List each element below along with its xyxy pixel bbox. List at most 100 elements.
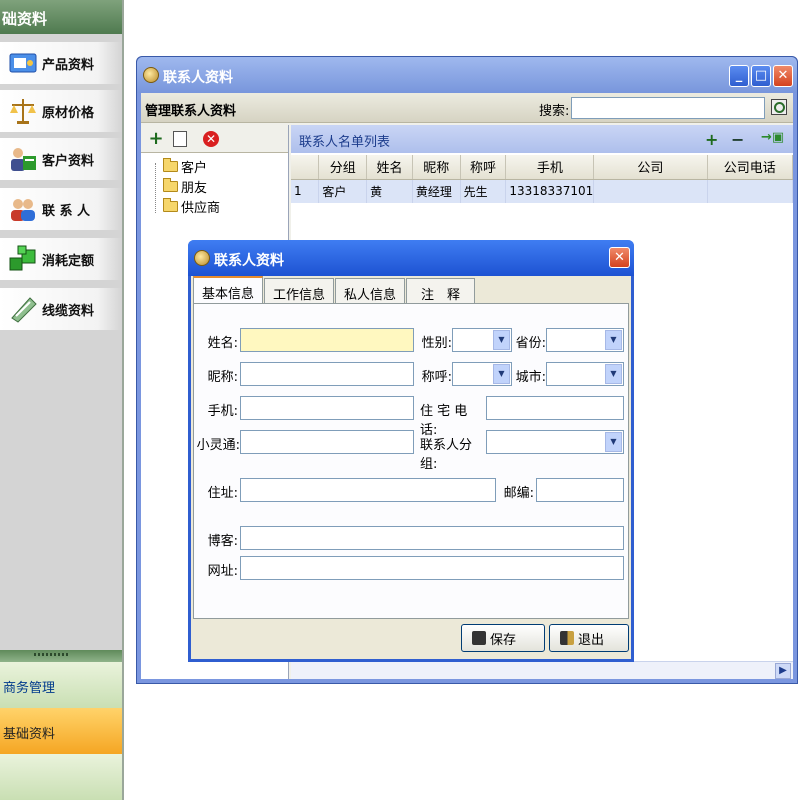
- cable-icon: [8, 294, 38, 324]
- maximize-button[interactable]: □: [751, 65, 771, 87]
- gender-select[interactable]: ▼: [452, 328, 512, 352]
- column-header[interactable]: 公司电话: [707, 155, 794, 180]
- export-excel-icon[interactable]: →▣: [761, 130, 784, 145]
- app-icon: [143, 67, 159, 83]
- title-label: 称呼:: [421, 370, 452, 385]
- postcode-field[interactable]: [536, 478, 624, 502]
- sidebar-item-label: 消耗定额: [42, 253, 95, 269]
- dialog-tabs: 基本信息 工作信息 私人信息 注 释: [193, 276, 476, 304]
- sidebar-title: 础资料: [0, 0, 122, 34]
- customers-icon: [8, 144, 38, 174]
- table-row[interactable]: 1 客户 黄 黄经理 先生 13318337101: [291, 179, 794, 203]
- name-field[interactable]: [240, 328, 414, 352]
- mobile-label: 手机:: [207, 404, 238, 419]
- list-title: 联系人名单列表: [299, 135, 391, 150]
- tree-node-friends[interactable]: 朋友: [163, 177, 207, 196]
- mobile-field[interactable]: [240, 396, 414, 420]
- window-title: 联系人资料: [163, 70, 233, 86]
- blog-label: 博客:: [207, 534, 238, 549]
- cell-company: [593, 179, 708, 203]
- home-phone-field[interactable]: [486, 396, 624, 420]
- sidebar-item-label: 联 系 人: [42, 203, 91, 219]
- chevron-down-icon[interactable]: ▼: [605, 330, 622, 350]
- contacts-icon: [8, 194, 38, 224]
- dialog-footer: 保存 退出: [193, 620, 629, 658]
- toolbar-title: 管理联系人资料: [145, 104, 237, 119]
- cubes-icon: [8, 244, 38, 274]
- minimize-button[interactable]: _: [729, 65, 749, 87]
- group-business-management[interactable]: 商务管理: [0, 662, 122, 708]
- tab-private-info[interactable]: 私人信息: [335, 278, 406, 304]
- tree-node-supplier[interactable]: 供应商: [163, 197, 221, 216]
- city-select[interactable]: ▼: [546, 362, 624, 386]
- tree-connector: [155, 163, 156, 213]
- chevron-down-icon[interactable]: ▼: [605, 364, 622, 384]
- sidebar-item-contacts[interactable]: 联 系 人: [0, 188, 122, 230]
- scroll-right-icon[interactable]: ▶: [775, 663, 791, 679]
- panel-splitter[interactable]: [0, 650, 122, 662]
- chevron-down-icon[interactable]: ▼: [605, 432, 622, 452]
- exit-label: 退出: [578, 632, 605, 648]
- chevron-down-icon[interactable]: ▼: [493, 364, 510, 384]
- column-header[interactable]: 姓名: [366, 155, 413, 180]
- tree-node-customer[interactable]: 客户: [163, 157, 207, 176]
- postcode-label: 邮编:: [503, 486, 534, 501]
- splitter-grip: [34, 653, 68, 656]
- sidebar-item-label: 线缆资料: [42, 303, 95, 319]
- phs-label: 小灵通:: [196, 438, 240, 453]
- chevron-down-icon[interactable]: ▼: [493, 330, 510, 350]
- tree-node-label: 供应商: [181, 200, 221, 216]
- nickname-field[interactable]: [240, 362, 414, 386]
- column-header-index: [291, 155, 320, 180]
- tab-work-info[interactable]: 工作信息: [264, 278, 335, 304]
- column-header[interactable]: 称呼: [460, 155, 507, 180]
- contact-group-select[interactable]: ▼: [486, 430, 624, 454]
- dialog-close-button[interactable]: ✕: [609, 247, 630, 268]
- website-label: 网址:: [207, 564, 238, 579]
- column-header[interactable]: 分组: [318, 155, 368, 180]
- delete-group-icon[interactable]: ✕: [203, 131, 219, 147]
- address-field[interactable]: [240, 478, 496, 502]
- search-icon[interactable]: [771, 99, 787, 115]
- add-group-icon[interactable]: +: [147, 130, 165, 148]
- column-header[interactable]: 昵称: [412, 155, 461, 180]
- window-titlebar[interactable]: 联系人资料 _ □ ✕: [137, 57, 797, 93]
- save-button[interactable]: 保存: [461, 624, 545, 652]
- row-index: 1: [291, 179, 320, 203]
- title-select[interactable]: ▼: [452, 362, 512, 386]
- website-field[interactable]: [240, 556, 624, 580]
- copy-group-icon[interactable]: [173, 131, 187, 147]
- folder-icon: [163, 177, 178, 192]
- column-header[interactable]: 公司: [593, 155, 708, 180]
- exit-button[interactable]: 退出: [549, 624, 629, 652]
- close-button[interactable]: ✕: [773, 65, 793, 87]
- sidebar-item-consumption[interactable]: 消耗定额: [0, 238, 122, 280]
- scales-icon: [8, 96, 38, 126]
- phs-field[interactable]: [240, 430, 414, 454]
- remove-contact-icon[interactable]: −: [731, 130, 744, 149]
- cell-name: 黄: [366, 179, 413, 203]
- manage-toolbar: 管理联系人资料 搜索:: [141, 93, 793, 123]
- product-icon: [8, 48, 38, 78]
- province-label: 省份:: [515, 336, 546, 351]
- gender-label: 性别:: [421, 336, 452, 351]
- sidebar-item-cable[interactable]: 线缆资料: [0, 288, 122, 330]
- cell-mobile: 13318337101: [505, 179, 595, 203]
- left-navigation: 础资料 产品资料 原材价格 客户资料 联 系 人 消耗定额 线缆资料 商务管理 …: [0, 0, 124, 800]
- horizontal-scrollbar[interactable]: ▶: [291, 661, 793, 679]
- group-basic-data[interactable]: 基础资料: [0, 708, 122, 754]
- sidebar-item-label: 原材价格: [42, 105, 95, 121]
- sidebar-item-customers[interactable]: 客户资料: [0, 138, 122, 180]
- exit-icon: [560, 631, 574, 645]
- sidebar-item-price[interactable]: 原材价格: [0, 90, 122, 132]
- add-contact-icon[interactable]: +: [705, 130, 718, 149]
- province-select[interactable]: ▼: [546, 328, 624, 352]
- sidebar-item-product[interactable]: 产品资料: [0, 42, 122, 84]
- tab-notes[interactable]: 注 释: [406, 278, 476, 304]
- blog-field[interactable]: [240, 526, 624, 550]
- column-header[interactable]: 手机: [505, 155, 595, 180]
- search-input[interactable]: [571, 97, 765, 119]
- tab-basic-info[interactable]: 基本信息: [193, 276, 264, 304]
- dialog-titlebar[interactable]: 联系人资料 ✕: [188, 240, 634, 276]
- save-icon: [472, 631, 486, 645]
